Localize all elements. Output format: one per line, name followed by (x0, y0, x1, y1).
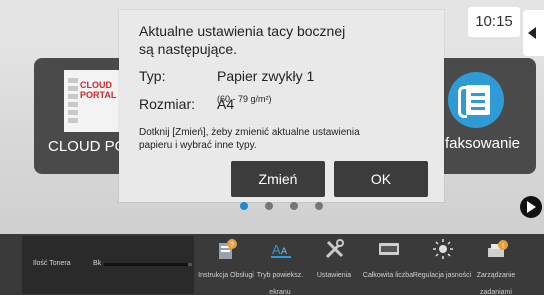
back-tab[interactable] (523, 10, 544, 56)
zoom-mode-shortcut[interactable]: A A Tryb powieksz. ekranu (253, 234, 307, 295)
page-dot[interactable] (265, 202, 273, 210)
dialog-message: Aktualne ustawienia tacy bocznej są nast… (139, 23, 346, 57)
brightness-shortcut[interactable]: Regulacja jasności (413, 234, 471, 295)
dialog-hint: Dotknij [Zmień], żeby zmienić aktualne u… (139, 127, 360, 151)
toner-color-label: Bk (93, 260, 102, 267)
toner-gauge (104, 263, 192, 266)
svg-text:A: A (272, 242, 281, 257)
ok-button[interactable]: OK (334, 161, 428, 197)
next-page-button[interactable] (520, 196, 542, 218)
page-dot[interactable] (290, 202, 298, 210)
zoom-mode-icon: A A (271, 242, 291, 258)
toner-label: Ilość Tonera (33, 260, 71, 267)
page-dot[interactable] (240, 202, 248, 210)
job-status-icon: ! (488, 240, 508, 257)
clock: 10:15 (468, 7, 520, 37)
manual-icon: ? (219, 239, 237, 259)
counter-shortcut[interactable]: Całkowita liczba (361, 234, 415, 295)
chevron-right-icon (527, 201, 536, 213)
tools-icon (325, 239, 344, 259)
fax-icon (448, 72, 504, 128)
change-button[interactable]: Zmień (231, 161, 325, 197)
brightness-icon (433, 239, 453, 259)
svg-text:A: A (281, 246, 287, 256)
toner-level-panel: Ilość Tonera Bk (22, 236, 194, 294)
size-label: Rozmiar: (139, 96, 196, 112)
type-label: Typ: (139, 68, 166, 84)
back-arrow-icon (528, 27, 536, 39)
manual-shortcut[interactable]: ? Instrukcja Obsługi (198, 234, 254, 295)
settings-shortcut[interactable]: Ustawienia (307, 234, 361, 295)
size-value: A4 (217, 96, 235, 112)
tray-settings-dialog: Aktualne ustawienia tacy bocznej są nast… (119, 10, 444, 202)
counter-icon (379, 243, 399, 255)
type-value: Papier zwykły 1 (217, 68, 315, 84)
cloud-portal-logo: CLOUD PORTAL (64, 70, 120, 132)
svg-text:!: ! (502, 243, 504, 250)
job-status-shortcut[interactable]: ! Zarządzanie zadaniami (469, 234, 523, 295)
page-dot[interactable] (315, 202, 323, 210)
toner-gauge-fill (104, 263, 188, 266)
printer-home-screen: 10:15 CLOUD PORTAL CLOUD PORTAL Łatwe fa… (0, 0, 544, 295)
svg-text:?: ? (230, 242, 234, 249)
